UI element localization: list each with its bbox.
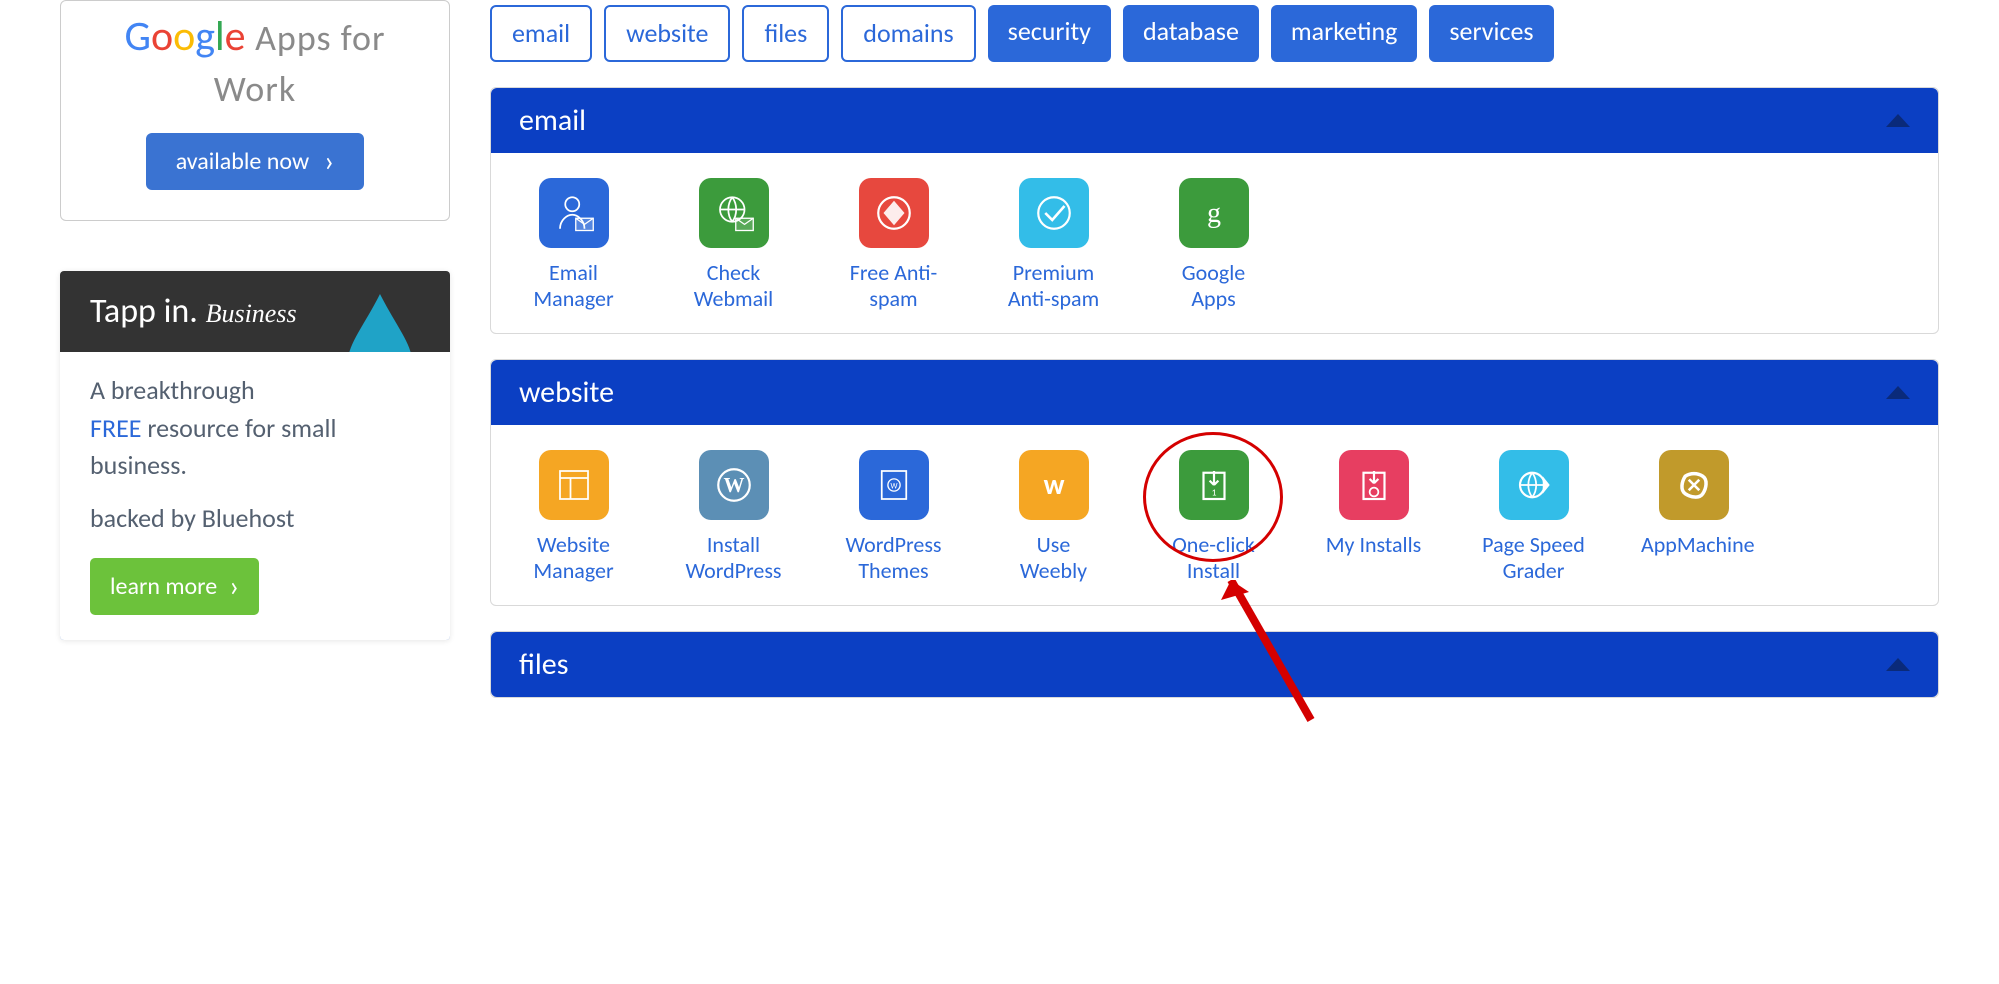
app-label: Page Speed Grader xyxy=(1481,532,1586,585)
app-machine-icon xyxy=(1659,450,1729,520)
learn-more-button[interactable]: learn more xyxy=(90,558,259,615)
files-panel: files xyxy=(490,631,1939,698)
page-speed-icon xyxy=(1499,450,1569,520)
app-google-apps[interactable]: g Google Apps xyxy=(1161,178,1266,313)
tab-domains[interactable]: domains xyxy=(841,5,975,62)
app-label: Check Webmail xyxy=(681,260,786,313)
tapp-promo: Tapp in. Business A breakthroughFREE res… xyxy=(60,271,450,640)
one-click-icon: 1 xyxy=(1179,450,1249,520)
panel-title: website xyxy=(519,374,614,411)
app-wp-themes[interactable]: W WordPress Themes xyxy=(841,450,946,585)
svg-text:W: W xyxy=(890,482,897,491)
svg-text:1: 1 xyxy=(1211,486,1216,498)
panel-title: email xyxy=(519,102,586,139)
webmail-icon xyxy=(699,178,769,248)
category-tabs: emailwebsitefilesdomainssecuritydatabase… xyxy=(490,5,1939,62)
app-label: WordPress Themes xyxy=(841,532,946,585)
premium-antispam-icon xyxy=(1019,178,1089,248)
app-label: One-click Install xyxy=(1161,532,1266,585)
website-manager-icon xyxy=(539,450,609,520)
app-label: Google Apps xyxy=(1161,260,1266,313)
app-antispam[interactable]: Free Anti-spam xyxy=(841,178,946,313)
files-panel-header[interactable]: files xyxy=(491,632,1938,697)
tab-security[interactable]: security xyxy=(988,5,1111,62)
tab-marketing[interactable]: marketing xyxy=(1271,5,1417,62)
email-apps: Email Manager Check Webmail Free Anti-spam… xyxy=(491,153,1938,333)
app-weebly[interactable]: w Use Weebly xyxy=(1001,450,1106,585)
collapse-icon xyxy=(1886,386,1910,399)
app-label: Premium Anti-spam xyxy=(1001,260,1106,313)
antispam-icon xyxy=(859,178,929,248)
tapp-backed: backed by Bluehost xyxy=(90,500,420,538)
tapp-header: Tapp in. Business xyxy=(60,271,450,352)
wp-themes-icon: W xyxy=(859,450,929,520)
tab-email[interactable]: email xyxy=(490,5,592,62)
tab-files[interactable]: files xyxy=(742,5,829,62)
google-apps-icon: g xyxy=(1179,178,1249,248)
collapse-icon xyxy=(1886,658,1910,671)
app-website-manager[interactable]: Website Manager xyxy=(521,450,626,585)
app-my-installs[interactable]: My Installs xyxy=(1321,450,1426,585)
app-label: Email Manager xyxy=(521,260,626,313)
my-installs-icon xyxy=(1339,450,1409,520)
tab-website[interactable]: website xyxy=(604,5,730,62)
tapp-heading: Tapp in. xyxy=(90,291,198,332)
tapp-cursive: Business xyxy=(206,299,297,328)
website-panel: website Website Manager W Install WordPres… xyxy=(490,359,1939,606)
svg-text:g: g xyxy=(1207,198,1221,229)
app-webmail[interactable]: Check Webmail xyxy=(681,178,786,313)
tapp-body: A breakthroughFREE resource for small bu… xyxy=(60,352,450,640)
available-now-button[interactable]: available now xyxy=(146,133,365,190)
app-page-speed[interactable]: Page Speed Grader xyxy=(1481,450,1586,585)
tapp-line1: A breakthroughFREE resource for small bu… xyxy=(90,372,420,485)
app-wordpress[interactable]: W Install WordPress xyxy=(681,450,786,585)
svg-text:W: W xyxy=(723,473,744,497)
email-panel: email Email Manager Check Webmail Free Ant… xyxy=(490,87,1939,334)
sidebar: Google Apps for Work available now Tapp … xyxy=(60,0,450,698)
app-email-manager[interactable]: Email Manager xyxy=(521,178,626,313)
email-panel-header[interactable]: email xyxy=(491,88,1938,153)
app-label: Free Anti-spam xyxy=(841,260,946,313)
app-label: AppMachine xyxy=(1641,532,1746,558)
app-premium-antispam[interactable]: Premium Anti-spam xyxy=(1001,178,1106,313)
tab-services[interactable]: services xyxy=(1429,5,1553,62)
website-apps: Website Manager W Install WordPress W WordPr… xyxy=(491,425,1938,605)
app-label: Website Manager xyxy=(521,532,626,585)
app-label: Install WordPress xyxy=(681,532,786,585)
app-app-machine[interactable]: AppMachine xyxy=(1641,450,1746,585)
website-panel-header[interactable]: website xyxy=(491,360,1938,425)
svg-text:w: w xyxy=(1043,467,1064,502)
main-content: emailwebsitefilesdomainssecuritydatabase… xyxy=(490,0,1939,698)
tab-database[interactable]: database xyxy=(1123,5,1259,62)
google-logo: Google Apps for Work xyxy=(81,11,429,113)
app-one-click[interactable]: 1 One-click Install xyxy=(1161,450,1266,585)
panel-title: files xyxy=(519,646,568,683)
google-apps-promo: Google Apps for Work available now xyxy=(60,0,450,221)
weebly-icon: w xyxy=(1019,450,1089,520)
app-label: Use Weebly xyxy=(1001,532,1106,585)
email-manager-icon xyxy=(539,178,609,248)
app-label: My Installs xyxy=(1321,532,1426,558)
collapse-icon xyxy=(1886,114,1910,127)
wordpress-icon: W xyxy=(699,450,769,520)
